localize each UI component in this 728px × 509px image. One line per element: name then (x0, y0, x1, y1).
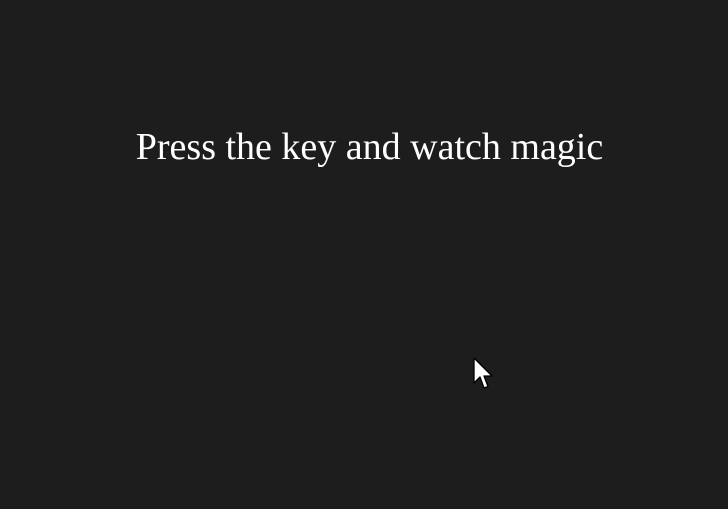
mouse-pointer-icon (473, 357, 493, 389)
page-title: Press the key and watch magic (135, 126, 604, 168)
page: Press the key and watch magic (0, 0, 728, 509)
